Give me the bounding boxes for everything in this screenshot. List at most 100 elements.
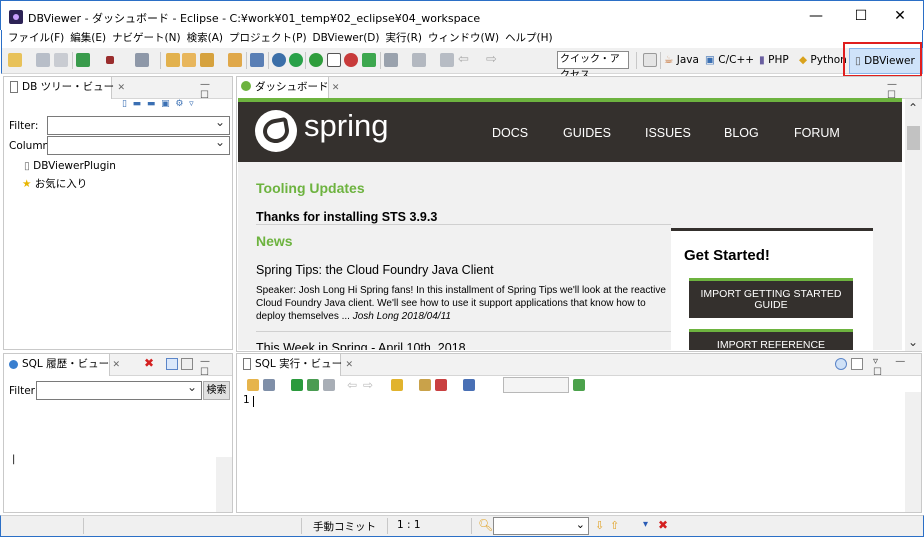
tab-sql-exec[interactable]: SQL 実行・ビュー ✕ — [237, 354, 353, 376]
nav-blog[interactable]: BLOG — [724, 126, 759, 140]
delete-icon[interactable]: ✖ — [144, 356, 154, 370]
connection-select[interactable] — [503, 377, 569, 393]
prev-icon[interactable]: ⇧ — [610, 519, 619, 532]
clear-icon[interactable] — [323, 379, 335, 391]
link-icon[interactable] — [835, 358, 847, 370]
history-filter-select[interactable] — [36, 380, 202, 400]
history-search-button[interactable]: 検索 — [203, 381, 230, 400]
main-toolbar: ⇦ ⇨ クイック・アクセス ☕ Java ▣ C/C++ ▮ PHP ◆ Pyt… — [1, 48, 923, 81]
scroll-down-icon[interactable]: ⌄ — [908, 335, 918, 349]
list-view-icon[interactable] — [166, 358, 178, 370]
console-icon[interactable] — [250, 53, 264, 67]
status-search-select[interactable]: ⌄ — [493, 517, 589, 535]
last-edit-icon[interactable] — [440, 53, 454, 67]
spring-dashboard-content: spring DOCS GUIDES ISSUES BLOG FORUM Too… — [238, 98, 902, 350]
new-icon[interactable] — [8, 53, 22, 67]
quick-access-input[interactable]: クイック・アクセス — [557, 51, 629, 81]
save-icon[interactable] — [263, 379, 275, 391]
nav-docs[interactable]: DOCS — [492, 126, 528, 140]
menu-help[interactable]: ヘルプ(H) — [499, 30, 553, 46]
prev-annotation-icon[interactable] — [412, 53, 426, 67]
stop-icon[interactable] — [106, 56, 114, 64]
close-button[interactable]: ✕ — [877, 1, 923, 31]
sql-editor[interactable] — [241, 394, 905, 509]
sql-editor-scrollbar[interactable] — [905, 392, 921, 512]
rollback-icon[interactable] — [435, 379, 447, 391]
commit-icon[interactable] — [419, 379, 431, 391]
db-filter-select[interactable] — [47, 115, 230, 135]
menu-file[interactable]: ファイル(F) — [2, 30, 64, 46]
nav-guides[interactable]: GUIDES — [563, 126, 611, 140]
db-column-select[interactable] — [47, 135, 230, 155]
launch-icon[interactable] — [309, 53, 323, 67]
execute-all-icon[interactable] — [307, 379, 319, 391]
tab-db-tree[interactable]: DB ツリー・ビュー ✕ — [4, 77, 125, 99]
view-minmax-controls[interactable]: — ☐ — [200, 79, 232, 101]
debug-icon[interactable] — [76, 53, 90, 67]
next-annotation-icon[interactable] — [384, 53, 398, 67]
execute-icon[interactable] — [291, 379, 303, 391]
forward-icon[interactable]: ⇨ — [486, 53, 500, 67]
run-server-icon[interactable] — [289, 53, 303, 67]
open-perspective-icon[interactable] — [643, 53, 657, 67]
perspective-php[interactable]: ▮ PHP — [759, 53, 789, 67]
perspective-cpp[interactable]: ▣ C/C++ — [705, 53, 754, 67]
menu-run[interactable]: 実行(R) — [379, 30, 422, 46]
settings-icon[interactable] — [463, 379, 475, 391]
nav-issues[interactable]: ISSUES — [645, 126, 691, 140]
tab-sql-history[interactable]: SQL 履歴・ビュー ✕ — [4, 354, 120, 376]
save-all-icon[interactable] — [54, 53, 68, 67]
title-bar: DBViewer - ダッシュボード - Eclipse - C:¥work¥0… — [0, 0, 924, 30]
perspective-java[interactable]: ☕ Java — [664, 53, 699, 67]
search-folder-icon[interactable] — [228, 53, 242, 67]
news-article-title[interactable]: Spring Tips: the Cloud Foundry Java Clie… — [256, 263, 494, 277]
menu-window[interactable]: ウィンドウ(W) — [422, 30, 499, 46]
gear-icon[interactable] — [272, 53, 286, 67]
news-article-next[interactable]: This Week in Spring - April 10th, 2018 — [256, 341, 466, 350]
clear-search-icon[interactable]: ✖ — [658, 518, 668, 532]
tree-item-favorites[interactable]: ★ お気に入り — [22, 176, 87, 191]
open-folder-icon[interactable] — [182, 53, 196, 67]
search-icon: 🔍︎ — [478, 518, 494, 532]
minimize-button[interactable]: — — [793, 1, 839, 31]
import-getting-started-button[interactable]: IMPORT GETTING STARTED GUIDE — [689, 278, 853, 318]
menu-project[interactable]: プロジェクト(P) — [223, 30, 307, 46]
menu-navigate[interactable]: ナビゲート(N) — [106, 30, 181, 46]
import-reference-button[interactable]: IMPORT REFERENCE — [689, 329, 853, 350]
new-window-icon[interactable] — [851, 358, 863, 370]
cpp-icon: ▣ — [705, 54, 715, 66]
thanks-text: Thanks for installing STS 3.9.3 — [256, 210, 438, 224]
tree-item-dbviewerplugin[interactable]: ▯ DBViewerPlugin — [24, 160, 116, 172]
export-icon[interactable] — [573, 379, 585, 391]
history-scrollbar[interactable] — [216, 457, 232, 512]
open-type-icon[interactable] — [166, 53, 180, 67]
db-tree-toolbar[interactable]: ▯ ▬ ▬ ▣ ⚙ ▿ — [122, 99, 232, 113]
tab-dashboard[interactable]: ダッシュボード ✕ — [237, 77, 339, 99]
refresh-icon[interactable] — [344, 53, 358, 67]
menu-search[interactable]: 検索(A) — [181, 30, 223, 46]
save-icon[interactable] — [36, 53, 50, 67]
open-file-icon[interactable] — [247, 379, 259, 391]
grid-view-icon[interactable] — [181, 358, 193, 370]
get-started-heading: Get Started! — [684, 247, 770, 264]
skip-icon[interactable] — [135, 53, 149, 67]
next-icon[interactable]: ⇩ — [595, 519, 604, 532]
nav-forum[interactable]: FORUM — [794, 126, 840, 140]
toggle-view-icon[interactable] — [327, 53, 341, 67]
options-dropdown-icon[interactable]: ▾ — [643, 519, 648, 530]
spring-tool-icon[interactable] — [200, 53, 214, 67]
scrollbar-thumb[interactable] — [907, 126, 920, 150]
back-icon[interactable]: ⇦ — [458, 53, 472, 67]
dashboard-scrollbar[interactable]: ⌃ ⌄ — [905, 99, 922, 351]
highlight-icon[interactable] — [362, 53, 376, 67]
tooling-heading: Tooling Updates — [256, 180, 365, 196]
view-minmax-controls[interactable]: ▿ — ☐ — [873, 356, 921, 378]
format-icon[interactable] — [391, 379, 403, 391]
view-minmax-controls[interactable]: — ☐ — [200, 356, 232, 378]
menu-edit[interactable]: 編集(E) — [64, 30, 106, 46]
redo-icon[interactable]: ⇨ — [363, 378, 377, 392]
menu-dbviewer[interactable]: DBViewer(D) — [307, 30, 380, 46]
perspective-python[interactable]: ◆ Python — [799, 53, 847, 67]
undo-icon[interactable]: ⇦ — [347, 378, 361, 392]
scroll-up-icon[interactable]: ⌃ — [908, 101, 918, 115]
